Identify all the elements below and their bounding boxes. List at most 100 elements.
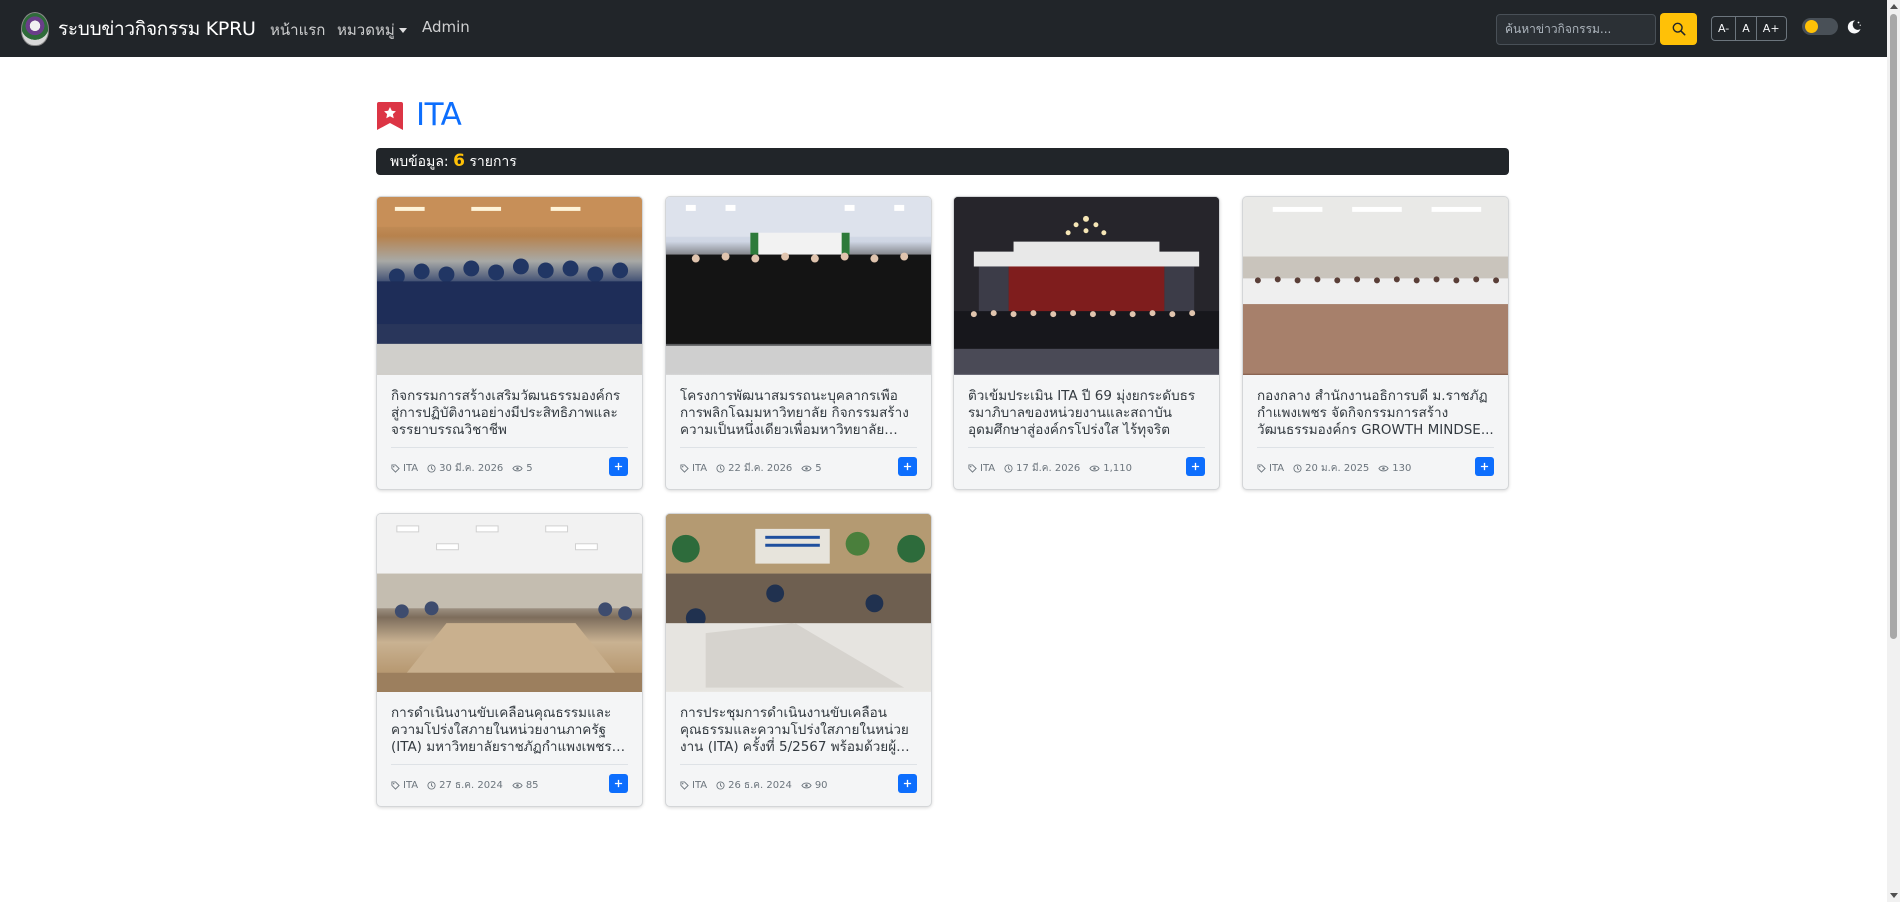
clock-icon: [427, 463, 436, 473]
news-meta: ITA 27 ธ.ค. 2024 85: [391, 777, 628, 793]
card-divider: [968, 447, 1205, 448]
search-input[interactable]: ค้นหาข่าวกิจกรรม...: [1496, 14, 1656, 45]
plus-icon: [1191, 462, 1200, 471]
eye-icon: [1089, 465, 1100, 471]
page-scrollbar[interactable]: [1887, 0, 1900, 902]
news-meta: ITA 26 ธ.ค. 2024 90: [680, 777, 917, 793]
nav-home-link[interactable]: หน้าแรก: [270, 18, 325, 42]
theme-toggle[interactable]: [1802, 18, 1838, 35]
news-photo-image: [377, 197, 642, 374]
news-photo[interactable]: [377, 197, 642, 375]
news-card[interactable]: การประชุมการดำเนินงานขับเคลื่อนคุณธรรมแล…: [665, 513, 932, 807]
scroll-thumb[interactable]: [1890, 14, 1897, 639]
page-heading: ITA: [376, 97, 462, 133]
news-photo[interactable]: [666, 197, 931, 375]
news-photo-image: [666, 514, 931, 691]
news-views: 130: [1392, 462, 1412, 474]
toggle-knob: [1805, 20, 1818, 33]
tag-icon: [1257, 463, 1266, 473]
news-date: 20 ม.ค. 2025: [1305, 462, 1370, 474]
add-button[interactable]: [1186, 457, 1205, 476]
tag-icon: [680, 463, 689, 473]
news-title[interactable]: การประชุมการดำเนินงานขับเคลื่อนคุณธรรมแล…: [680, 705, 917, 756]
font-decrease-button[interactable]: A-: [1712, 17, 1737, 40]
bookmark-star-icon: [377, 101, 403, 130]
news-date: 17 มี.ค. 2026: [1016, 462, 1081, 474]
news-date: 30 มี.ค. 2026: [439, 462, 504, 474]
news-tag[interactable]: ITA: [403, 780, 418, 791]
news-title[interactable]: กิจกรรมการสร้างเสริมวัฒนธรรมองค์กรสู่การ…: [391, 388, 628, 439]
plus-icon: [903, 779, 912, 788]
news-title[interactable]: กองกลาง สำนักงานอธิการบดี ม.ราชภัฏกำแพงเ…: [1257, 388, 1494, 439]
eye-icon: [512, 782, 523, 788]
news-title[interactable]: ติวเข้มประเมิน ITA ปี 69 มุ่งยกระดับธรรม…: [968, 388, 1205, 439]
eye-icon: [512, 465, 523, 471]
news-meta: ITA 17 มี.ค. 2026 1,110: [968, 460, 1205, 476]
result-count-bar: พบข้อมูล: 6 รายการ: [376, 148, 1509, 175]
add-button[interactable]: [898, 457, 917, 476]
news-date: 22 มี.ค. 2026: [728, 462, 793, 474]
news-card[interactable]: กองกลาง สำนักงานอธิการบดี ม.ราชภัฏกำแพงเ…: [1242, 196, 1509, 490]
nav-categories-dropdown[interactable]: หมวดหมู่: [337, 18, 407, 42]
news-card[interactable]: โครงการพัฒนาสมรรถนะบุคลากรเพื่อการพลิกโฉ…: [665, 196, 932, 490]
page-title: ITA: [416, 97, 462, 133]
clock-icon: [716, 780, 725, 790]
font-reset-button[interactable]: A: [1736, 17, 1757, 40]
news-views: 85: [525, 779, 539, 791]
search-icon: [1672, 22, 1685, 36]
add-button[interactable]: [609, 457, 628, 476]
font-size-controls: A- A A+: [1711, 16, 1787, 41]
news-photo-image: [377, 514, 642, 691]
news-card[interactable]: การดำเนินงานขับเคลื่อนคุณธรรมและความโปร่…: [376, 513, 643, 807]
tag-icon: [391, 463, 400, 473]
news-date: 27 ธ.ค. 2024: [439, 779, 503, 791]
news-tag[interactable]: ITA: [980, 463, 995, 474]
add-button[interactable]: [609, 774, 628, 793]
news-views: 90: [814, 779, 828, 791]
scroll-up-arrow-icon[interactable]: [1890, 4, 1898, 9]
news-photo[interactable]: [377, 514, 642, 692]
brand-link[interactable]: ระบบข่าวกิจกรรม KPRU: [21, 11, 256, 46]
add-button[interactable]: [1475, 457, 1494, 476]
brand-title: ระบบข่าวกิจกรรม KPRU: [58, 17, 256, 40]
card-divider: [1257, 447, 1494, 448]
news-tag[interactable]: ITA: [692, 780, 707, 791]
search-button[interactable]: [1660, 13, 1697, 45]
clock-icon: [427, 780, 436, 790]
news-photo[interactable]: [666, 514, 931, 692]
clock-icon: [1293, 463, 1302, 473]
card-divider: [391, 447, 628, 448]
plus-icon: [614, 779, 623, 788]
result-prefix: พบข้อมูล:: [390, 154, 449, 170]
card-divider: [680, 764, 917, 765]
news-photo-image: [666, 197, 931, 374]
news-photo[interactable]: [954, 197, 1219, 375]
news-title[interactable]: โครงการพัฒนาสมรรถนะบุคลากรเพื่อการพลิกโฉ…: [680, 388, 917, 439]
news-tag[interactable]: ITA: [1269, 463, 1284, 474]
news-photo[interactable]: [1243, 197, 1508, 375]
news-views: 1,110: [1103, 462, 1132, 474]
news-tag[interactable]: ITA: [403, 463, 418, 474]
clock-icon: [716, 463, 725, 473]
scroll-down-arrow-icon[interactable]: [1890, 893, 1898, 898]
nav-admin-link[interactable]: Admin: [422, 18, 470, 36]
result-count: 6: [453, 151, 465, 171]
news-views: 5: [526, 462, 533, 474]
result-suffix: รายการ: [469, 154, 517, 170]
tag-icon: [968, 463, 977, 473]
news-card[interactable]: ติวเข้มประเมิน ITA ปี 69 มุ่งยกระดับธรรม…: [953, 196, 1220, 490]
nav-categories-label: หมวดหมู่: [337, 21, 395, 39]
news-title[interactable]: การดำเนินงานขับเคลื่อนคุณธรรมและความโปร่…: [391, 705, 628, 756]
card-divider: [680, 447, 917, 448]
news-card[interactable]: กิจกรรมการสร้างเสริมวัฒนธรรมองค์กรสู่การ…: [376, 196, 643, 490]
clock-icon: [1004, 463, 1013, 473]
news-photo-image: [1243, 197, 1508, 374]
eye-icon: [801, 465, 812, 471]
news-date: 26 ธ.ค. 2024: [728, 779, 792, 791]
font-increase-button[interactable]: A+: [1757, 17, 1786, 40]
add-button[interactable]: [898, 774, 917, 793]
tag-icon: [680, 780, 689, 790]
tag-icon: [391, 780, 400, 790]
top-navbar: ระบบข่าวกิจกรรม KPRU หน้าแรก หมวดหมู่ Ad…: [0, 0, 1887, 57]
news-tag[interactable]: ITA: [692, 463, 707, 474]
